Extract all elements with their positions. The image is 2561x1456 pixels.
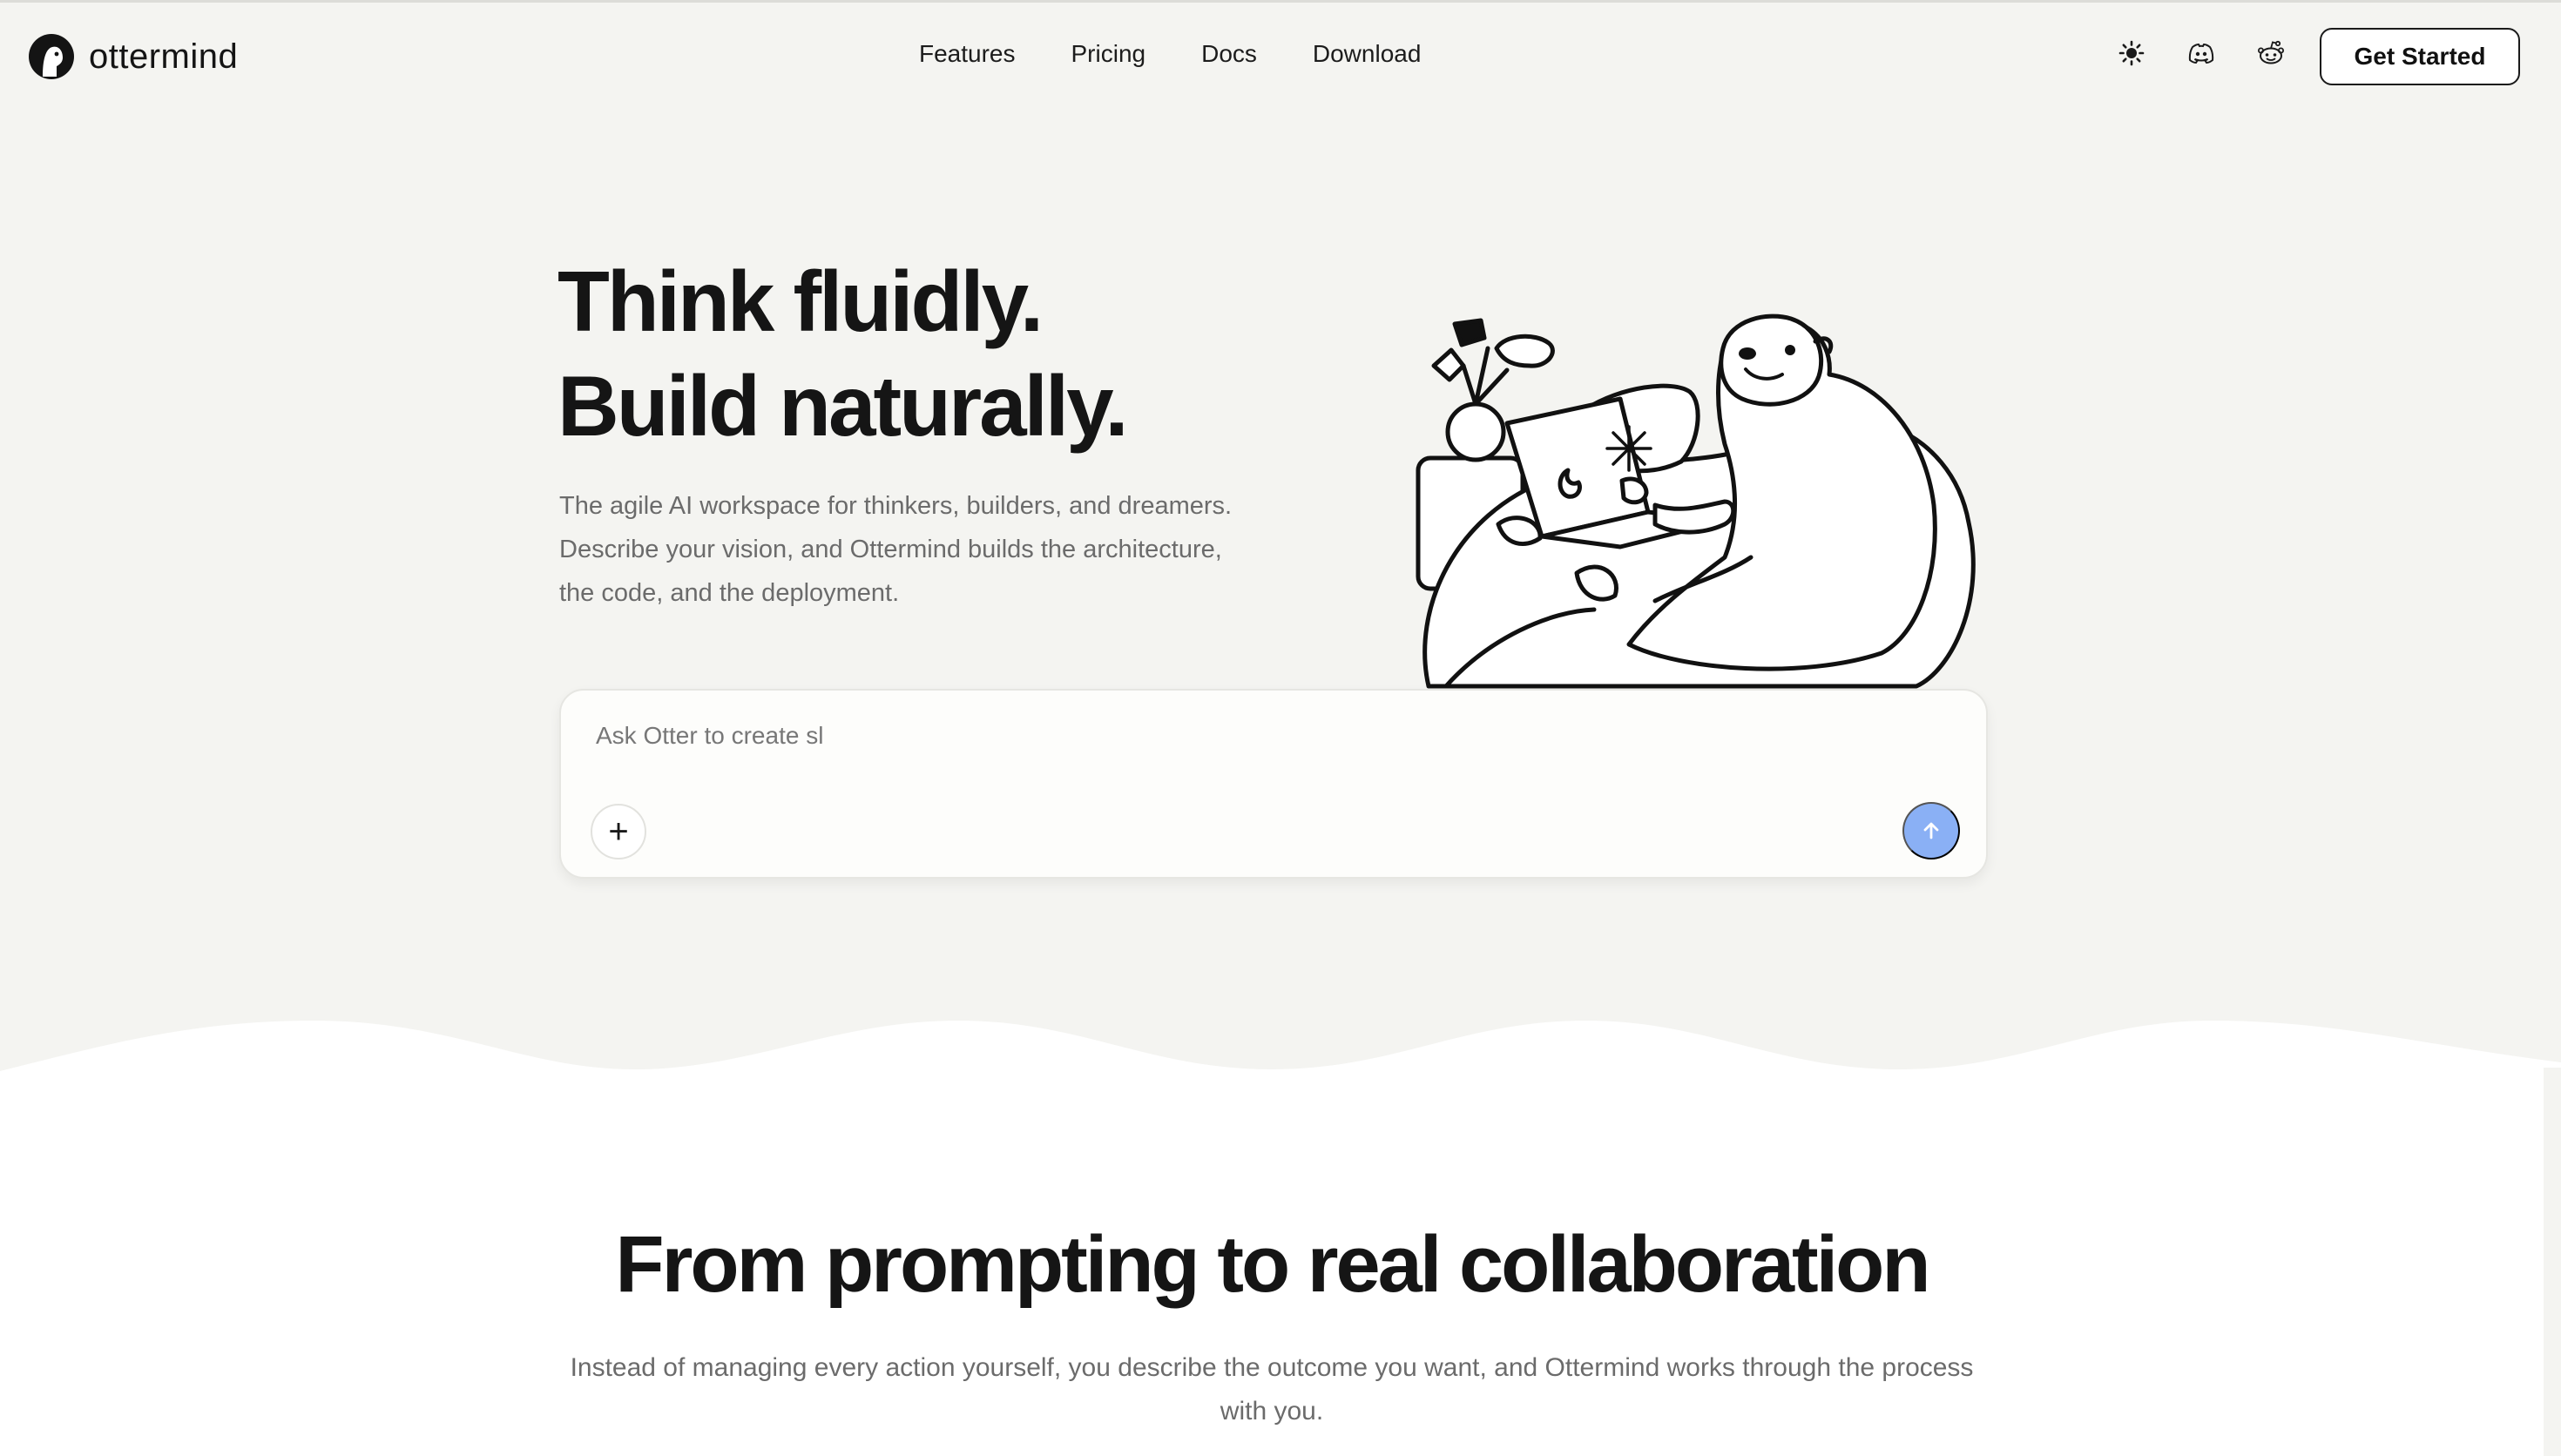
top-border — [0, 0, 2561, 3]
discord-icon[interactable] — [2186, 38, 2216, 68]
reddit-icon[interactable] — [2256, 38, 2286, 68]
nav-features[interactable]: Features — [919, 40, 1016, 68]
otter-logo-icon — [29, 34, 74, 79]
prompt-box: + — [559, 689, 1988, 879]
nav-pricing[interactable]: Pricing — [1071, 40, 1146, 68]
nav-download[interactable]: Download — [1313, 40, 1422, 68]
nav-docs[interactable]: Docs — [1201, 40, 1257, 68]
section-subtitle-line-1: Instead of managing every action yoursel… — [570, 1353, 1974, 1382]
section-subtitle: Instead of managing every action yoursel… — [531, 1346, 2012, 1433]
section-subtitle-line-2: with you. — [1220, 1397, 1324, 1426]
section-title: From prompting to real collaboration — [615, 1220, 1930, 1309]
subtext-line-3: the code, and the deployment. — [559, 579, 900, 607]
send-button[interactable] — [1902, 802, 1960, 859]
headline-line-2: Build naturally. — [557, 358, 1129, 454]
brand-logo[interactable]: ottermind — [28, 33, 238, 80]
header-icon-group — [2117, 38, 2286, 68]
hero-subtext: The agile AI workspace for thinkers, bui… — [559, 484, 1308, 615]
arrow-up-icon — [1923, 822, 1939, 839]
otter-laptop-illustration — [1416, 313, 1976, 689]
brand-name: ottermind — [89, 37, 239, 76]
headline-line-1: Think fluidly. — [557, 253, 1044, 349]
wave-divider — [0, 1021, 2561, 1123]
sun-icon[interactable] — [2117, 38, 2146, 68]
get-started-button[interactable]: Get Started — [2320, 28, 2520, 85]
subtext-line-2: Describe your vision, and Ottermind buil… — [559, 536, 1222, 563]
subtext-line-1: The agile AI workspace for thinkers, bui… — [559, 492, 1233, 520]
add-attachment-button[interactable]: + — [591, 804, 646, 859]
hero-headline: Think fluidly. Build naturally. — [557, 249, 1129, 458]
page-edge — [2544, 1068, 2561, 1456]
prompt-input[interactable] — [596, 722, 1815, 750]
main-nav: Features Pricing Docs Download — [919, 40, 1421, 68]
